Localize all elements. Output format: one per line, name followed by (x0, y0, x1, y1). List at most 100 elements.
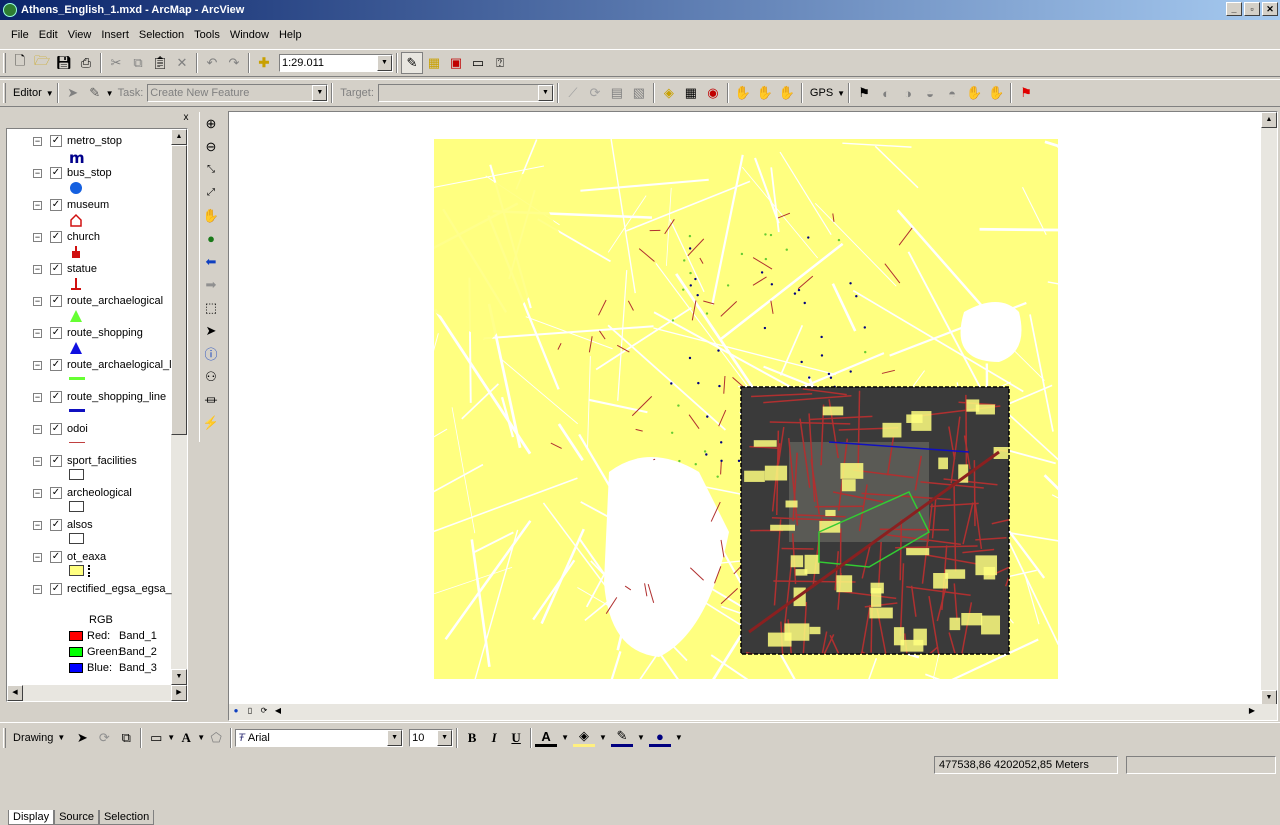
collapse-icon[interactable]: − (33, 329, 42, 338)
italic-button[interactable]: I (483, 727, 505, 749)
layer-visibility-checkbox[interactable]: ✓ (50, 583, 62, 595)
full-extent-globe-icon[interactable]: ● (200, 227, 222, 250)
layer-row-bus_stop[interactable]: −✓bus_stop (7, 165, 112, 181)
layer-symbol-statue[interactable] (69, 277, 83, 294)
chevron-down-icon[interactable]: ▼ (675, 733, 683, 742)
layer-symbol-route_archaelogical_l[interactable] (69, 373, 87, 385)
fixed-zoom-in-icon[interactable]: ⤡ (200, 158, 222, 181)
sketch-properties-icon[interactable]: ▧ (628, 82, 650, 104)
layout-icon[interactable]: ◉ (702, 82, 724, 104)
close-button[interactable]: ✕ (1262, 2, 1278, 16)
georeference-icon[interactable]: ◈ (658, 82, 680, 104)
layer-visibility-checkbox[interactable]: ✓ (50, 295, 62, 307)
tab-selection[interactable]: Selection (99, 810, 154, 825)
raster-band-row[interactable]: Red:Band_1 (69, 629, 157, 643)
print-icon[interactable]: ⎙ (75, 52, 97, 74)
chevron-down-icon[interactable]: ▼ (57, 733, 65, 742)
scroll-down-icon[interactable]: ▼ (171, 669, 187, 685)
layer-name[interactable]: bus_stop (67, 167, 112, 179)
flag-icon[interactable]: ⚑ (1015, 82, 1037, 104)
scroll-thumb[interactable] (171, 145, 187, 435)
save-icon[interactable]: 💾︎ (53, 52, 75, 74)
layer-name[interactable]: route_shopping (67, 327, 143, 339)
layer-name[interactable]: ot_eaxa (67, 551, 106, 563)
layer-symbol-odoi[interactable] (69, 437, 87, 449)
layer-symbol-alsos[interactable] (69, 533, 85, 548)
chevron-down-icon[interactable]: ▼ (837, 89, 845, 98)
rotate-icon[interactable]: ⟳ (93, 727, 115, 749)
layer-row-church[interactable]: −✓church (7, 229, 100, 245)
scroll-up-icon[interactable]: ▲ (1261, 112, 1277, 128)
scroll-right-icon[interactable]: ▶ (171, 685, 187, 701)
refresh-icon[interactable]: ⟳ (257, 705, 271, 719)
back-arrow-icon[interactable]: ⬅ (200, 250, 222, 273)
collapse-icon[interactable]: − (33, 137, 42, 146)
map-svg[interactable] (229, 112, 1261, 706)
gps-position-icon[interactable]: ⚑ (853, 82, 875, 104)
select-elements-icon[interactable]: ➤ (71, 727, 93, 749)
layer-row-archeological[interactable]: −✓archeological (7, 485, 132, 501)
layer-row-alsos[interactable]: −✓alsos (7, 517, 93, 533)
scroll-left-icon[interactable]: ◀ (7, 685, 23, 701)
rotate-tool-icon[interactable]: ⟳ (584, 82, 606, 104)
new-document-icon[interactable]: 🗋 (9, 52, 31, 74)
menu-insert[interactable]: Insert (96, 29, 134, 41)
drawing-menu[interactable]: Drawing (9, 732, 57, 744)
table-icon[interactable]: ▦ (680, 82, 702, 104)
chevron-down-icon[interactable]: ▼ (46, 89, 54, 98)
layer-visibility-checkbox[interactable]: ✓ (50, 231, 62, 243)
collapse-icon[interactable]: − (33, 361, 42, 370)
toolbar-grip[interactable] (3, 53, 6, 73)
scroll-right-icon[interactable]: ▶ (1245, 705, 1259, 719)
edit-vertices-icon[interactable]: ⬠ (205, 727, 227, 749)
layer-row-route_archaelogical_l[interactable]: −✓route_archaelogical_l (7, 357, 172, 373)
pan-hand-icon[interactable]: ✋ (200, 204, 222, 227)
chevron-down-icon[interactable]: ▼ (599, 733, 607, 742)
layer-visibility-checkbox[interactable]: ✓ (50, 263, 62, 275)
copy-icon[interactable]: ⧉ (127, 52, 149, 74)
layer-symbol-route_archaelogical[interactable] (69, 309, 83, 326)
gps-pan-icon[interactable]: ◑ (897, 82, 919, 104)
layer-visibility-checkbox[interactable]: ✓ (50, 551, 62, 563)
raster-band-row[interactable]: Green:Band_2 (69, 645, 157, 659)
edit-tool-icon[interactable]: ➤ (62, 82, 84, 104)
layer-name[interactable]: sport_facilities (67, 455, 137, 467)
underline-button[interactable]: U (505, 727, 527, 749)
gps-hand-1-icon[interactable]: ✋ (963, 82, 985, 104)
layer-row-route_shopping[interactable]: −✓route_shopping (7, 325, 143, 341)
chevron-down-icon[interactable]: ▼ (387, 730, 402, 746)
zoom-in-icon[interactable]: ⊕ (200, 112, 222, 135)
gps-log-icon[interactable]: ◒ (919, 82, 941, 104)
task-combo[interactable]: Create New Feature ▼ (147, 84, 328, 102)
layer-name[interactable]: alsos (67, 519, 93, 531)
chevron-down-icon[interactable]: ▼ (437, 730, 452, 746)
arcmap-app-icon[interactable] (3, 3, 17, 17)
select-features-icon[interactable]: ⬚ (200, 296, 222, 319)
toc-close-button[interactable]: x (180, 113, 192, 125)
toc-header[interactable]: x (4, 112, 194, 126)
marker-color-icon[interactable]: ● (649, 729, 671, 747)
gps-tool-3-icon[interactable]: ✋ (776, 82, 798, 104)
toolbar-grip[interactable] (3, 83, 6, 103)
chevron-down-icon[interactable]: ▼ (312, 85, 327, 101)
layer-symbol-museum[interactable] (69, 213, 83, 230)
menu-selection[interactable]: Selection (134, 29, 189, 41)
collapse-icon[interactable]: − (33, 489, 42, 498)
layer-row-ot_eaxa[interactable]: −✓ot_eaxa (7, 549, 106, 565)
map-canvas[interactable] (229, 112, 1261, 706)
layer-name[interactable]: route_shopping_line (67, 391, 166, 403)
text-tool-icon[interactable]: A (175, 727, 197, 749)
layer-name[interactable]: route_archaelogical_l (67, 359, 172, 371)
layout-view-icon[interactable]: ▯ (243, 705, 257, 719)
gps-stream-icon[interactable]: ◓ (941, 82, 963, 104)
font-combo[interactable]: Ŧ Arial ▼ (235, 729, 403, 747)
bold-button[interactable]: B (461, 727, 483, 749)
collapse-icon[interactable]: − (33, 201, 42, 210)
layer-visibility-checkbox[interactable]: ✓ (50, 455, 62, 467)
line-color-icon[interactable]: ✎ (611, 729, 633, 747)
split-tool-icon[interactable]: ⟋ (562, 82, 584, 104)
forward-arrow-icon[interactable]: ➡ (200, 273, 222, 296)
fixed-zoom-out-icon[interactable]: ⤢ (200, 181, 222, 204)
maximize-button[interactable]: ▫ (1244, 2, 1260, 16)
hyperlink-icon[interactable]: ⚡ (200, 411, 222, 434)
